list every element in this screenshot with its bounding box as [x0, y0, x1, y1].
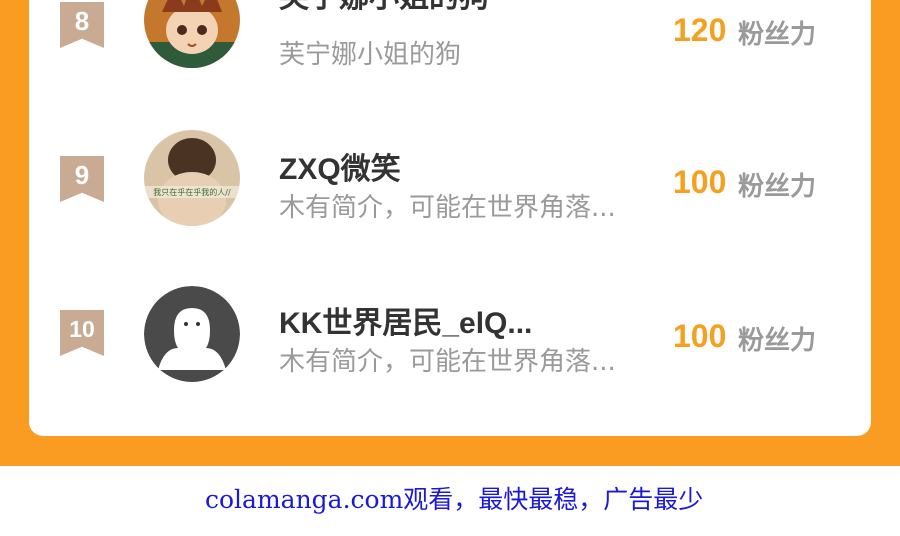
- fan-power-score: 100: [673, 318, 727, 354]
- ranking-row[interactable]: 8 芙宁娜小姐的狗 芙宁娜小姐的狗 120 粉丝力: [29, 0, 871, 72]
- user-bio: 木有简介，可能在世界角落...: [279, 193, 616, 223]
- ranking-row[interactable]: 9 我只在乎在乎我的人// ZXQ微笑 木有简介，可能在世界角落... 100 …: [29, 130, 871, 230]
- user-avatar[interactable]: [144, 0, 240, 68]
- fan-power-score: 100: [673, 164, 727, 200]
- fan-power-label: 粉丝力: [738, 20, 817, 50]
- fan-power-score: 120: [673, 12, 727, 48]
- user-bio: 木有简介，可能在世界角落...: [279, 347, 616, 377]
- ranking-card: 8 芙宁娜小姐的狗 芙宁娜小姐的狗 120 粉丝力 9: [29, 0, 871, 436]
- ranking-row[interactable]: 10 KK世界居民_elQ... 木有简介，可能在世界角落... 100 粉丝力: [29, 284, 871, 384]
- default-avatar-icon[interactable]: [144, 286, 240, 382]
- rank-badge: 9: [60, 156, 104, 202]
- rank-badge: 10: [60, 310, 104, 356]
- user-bio: 芙宁娜小姐的狗: [279, 40, 462, 70]
- user-name[interactable]: ZXQ微笑: [279, 144, 401, 188]
- watermark-text: colamanga.com观看，最快最稳，广告最少: [205, 485, 704, 514]
- avatar-caption: 我只在乎在乎我的人//: [153, 187, 231, 197]
- user-name[interactable]: KK世界居民_elQ...: [279, 298, 532, 342]
- fan-power-label: 粉丝力: [738, 172, 817, 202]
- user-name[interactable]: 芙宁娜小姐的狗: [279, 0, 489, 16]
- fan-power-label: 粉丝力: [738, 326, 817, 356]
- rank-badge: 8: [60, 2, 104, 48]
- user-avatar[interactable]: 我只在乎在乎我的人//: [144, 130, 240, 226]
